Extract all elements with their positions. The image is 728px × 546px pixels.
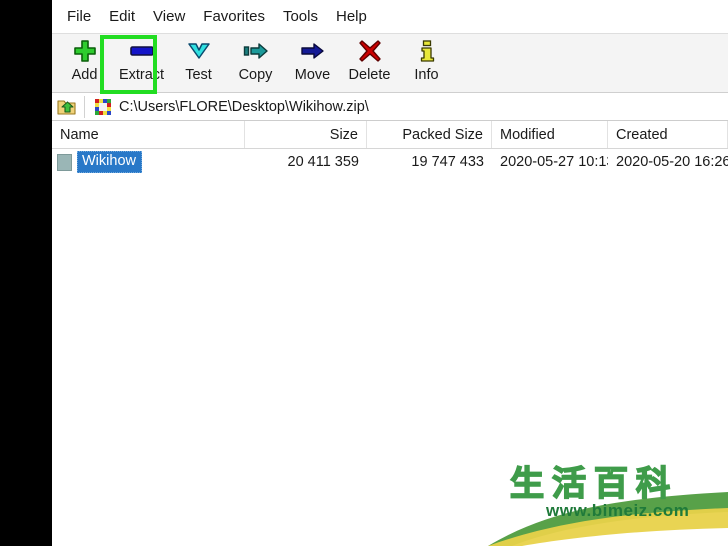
menu-favorites[interactable]: Favorites — [194, 6, 274, 28]
cell-size: 20 411 359 — [245, 154, 367, 170]
toolbar-move-label: Move — [295, 67, 330, 84]
folder-icon — [57, 154, 72, 171]
extract-icon — [129, 38, 155, 64]
column-header-created[interactable]: Created — [608, 121, 728, 148]
menu-file[interactable]: File — [58, 6, 100, 28]
toolbar-add-label: Add — [72, 67, 98, 84]
address-bar: C:\Users\FLORE\Desktop\Wikihow.zip\ — [52, 93, 728, 121]
toolbar-copy-label: Copy — [239, 67, 273, 84]
toolbar-delete-label: Delete — [349, 67, 391, 84]
info-icon — [417, 38, 437, 64]
toolbar-copy[interactable]: Copy — [227, 34, 284, 90]
menu-edit[interactable]: Edit — [100, 6, 144, 28]
sevenzip-icon — [95, 99, 111, 115]
toolbar: Add Extract Test — [52, 33, 728, 93]
plus-icon — [73, 38, 97, 64]
toolbar-test-label: Test — [185, 67, 212, 84]
toolbar-delete[interactable]: Delete — [341, 34, 398, 90]
toolbar-test[interactable]: Test — [170, 34, 227, 90]
chevron-down-icon — [187, 38, 211, 64]
folder-up-icon[interactable] — [52, 94, 82, 120]
menu-tools[interactable]: Tools — [274, 6, 327, 28]
toolbar-extract[interactable]: Extract — [113, 34, 170, 90]
7zip-file-manager-window: File Edit View Favorites Tools Help Add — [52, 0, 728, 546]
toolbar-add[interactable]: Add — [56, 34, 113, 90]
cell-modified: 2020-05-27 10:13 — [492, 154, 608, 170]
column-header-modified[interactable]: Modified — [492, 121, 608, 148]
toolbar-info[interactable]: Info — [398, 34, 455, 90]
copy-arrow-icon — [243, 38, 269, 64]
toolbar-info-label: Info — [414, 67, 438, 84]
move-arrow-icon — [300, 38, 326, 64]
address-path-input[interactable]: C:\Users\FLORE\Desktop\Wikihow.zip\ — [87, 94, 728, 120]
cell-name[interactable]: Wikihow — [52, 151, 245, 173]
address-bar-separator — [84, 96, 85, 118]
menu-view[interactable]: View — [144, 6, 194, 28]
x-cross-icon — [358, 38, 382, 64]
column-header-name[interactable]: Name — [52, 121, 245, 148]
menu-bar: File Edit View Favorites Tools Help — [52, 0, 728, 33]
file-name-label: Wikihow — [77, 151, 142, 173]
toolbar-extract-label: Extract — [119, 67, 164, 84]
menu-help[interactable]: Help — [327, 6, 376, 28]
screenshot-root: File Edit View Favorites Tools Help Add — [0, 0, 728, 546]
address-path-text: C:\Users\FLORE\Desktop\Wikihow.zip\ — [119, 99, 369, 115]
file-list-header: Name Size Packed Size Modified Created — [52, 121, 728, 149]
cell-packed-size: 19 747 433 — [367, 154, 492, 170]
column-header-size[interactable]: Size — [245, 121, 367, 148]
file-list[interactable]: Wikihow 20 411 359 19 747 433 2020-05-27… — [52, 149, 728, 546]
cell-created: 2020-05-20 16:26 — [608, 154, 728, 170]
column-header-packed-size[interactable]: Packed Size — [367, 121, 492, 148]
toolbar-move[interactable]: Move — [284, 34, 341, 90]
letterbox-left-bar — [0, 0, 52, 546]
table-row[interactable]: Wikihow 20 411 359 19 747 433 2020-05-27… — [52, 149, 728, 175]
